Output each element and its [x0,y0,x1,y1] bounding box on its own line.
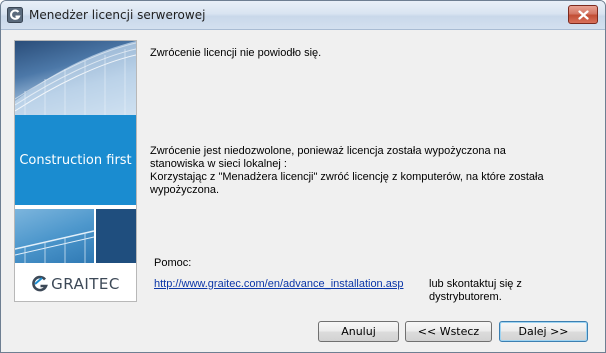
close-icon [577,9,589,20]
license-manager-window: Menedżer licencji serwerowej Constructio… [0,0,606,353]
graitec-logo-icon [32,275,49,292]
error-title: Zwrócenie licencji nie powiodło się. [150,47,322,59]
graitec-banner: Construction first GRAITEC [14,40,137,302]
error-line: Korzystając z "Menadżera licencji" zwróć… [150,171,544,183]
error-line: Zwrócenie jest niedozwolone, ponieważ li… [150,145,506,157]
banner-bridge-photo [15,209,94,263]
banner-building-photo [15,41,136,115]
help-label: Pomoc: [154,257,192,269]
back-button[interactable]: << Wstecz [405,321,492,342]
banner-dark-tile [96,209,136,263]
dialog-client-area: Construction first GRAITEC Zwrócenie lic… [2,31,604,352]
slogan-text: Construction first [19,152,132,168]
graitec-logo: GRAITEC [15,267,136,301]
next-button[interactable]: Dalej >> [499,321,588,342]
cancel-button[interactable]: Anuluj [318,321,399,342]
title-bar[interactable]: Menedżer licencji serwerowej [1,1,605,30]
error-line: stanowiska w sieci lokalnej : [150,158,287,170]
window-title: Menedżer licencji serwerowej [29,8,206,22]
contact-distributor-text: lub skontaktuj się z dystrybutorem. [429,278,522,303]
error-line: wypożyczona. [150,184,220,196]
close-button[interactable] [568,5,598,24]
banner-tiles [15,205,136,263]
banner-slogan: Construction first [15,115,136,205]
graitec-g-icon [7,7,23,23]
logo-text: GRAITEC [51,275,120,293]
error-description: Zwrócenie jest niedozwolone, ponieważ li… [150,145,570,197]
help-link[interactable]: http://www.graitec.com/en/advance_instal… [154,278,403,290]
